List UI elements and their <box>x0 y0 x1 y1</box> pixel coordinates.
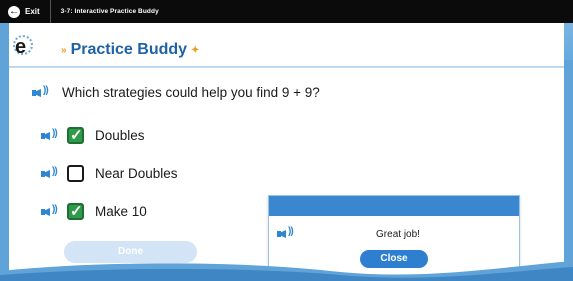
decorative-wave <box>0 261 573 281</box>
envision-logo: e <box>15 36 27 58</box>
option-audio-icon[interactable]: )) <box>41 128 63 143</box>
exit-button[interactable]: ← Exit <box>0 0 51 23</box>
app-header: e » Practice Buddy ✦ <box>9 23 564 65</box>
option-make-10: )) Make 10 <box>41 202 147 220</box>
star-left-icon: » <box>61 44 67 56</box>
option-audio-icon[interactable]: )) <box>41 204 63 219</box>
activity-title: 3-7: Interactive Practice Buddy <box>60 8 159 15</box>
option-near-doubles: )) Near Doubles <box>41 165 178 182</box>
option-audio-icon[interactable]: )) <box>41 166 63 181</box>
feedback-message: Great job! <box>376 229 420 240</box>
header-divider <box>9 66 564 68</box>
option-checkbox[interactable] <box>67 202 84 220</box>
question-text: Which strategies could help you find 9 +… <box>62 85 320 100</box>
top-toolbar: ← Exit 3-7: Interactive Practice Buddy <box>0 0 573 23</box>
star-right-icon: ✦ <box>191 44 200 56</box>
brand-title: » Practice Buddy ✦ <box>57 41 203 59</box>
question-audio-icon[interactable]: )) <box>32 85 54 100</box>
option-label: Doubles <box>95 128 145 143</box>
option-doubles: )) Doubles <box>41 126 145 144</box>
option-checkbox[interactable] <box>67 126 84 144</box>
question-row: )) Which strategies could help you find … <box>32 85 320 100</box>
activity-panel: e » Practice Buddy ✦ )) Which strategies… <box>9 23 564 281</box>
option-checkbox[interactable] <box>67 165 84 182</box>
option-label: Make 10 <box>95 204 147 219</box>
exit-label: Exit <box>25 7 40 16</box>
brand-title-text: Practice Buddy <box>70 41 188 58</box>
back-arrow-icon: ← <box>8 5 20 18</box>
popup-header <box>269 196 519 216</box>
option-label: Near Doubles <box>95 166 178 181</box>
